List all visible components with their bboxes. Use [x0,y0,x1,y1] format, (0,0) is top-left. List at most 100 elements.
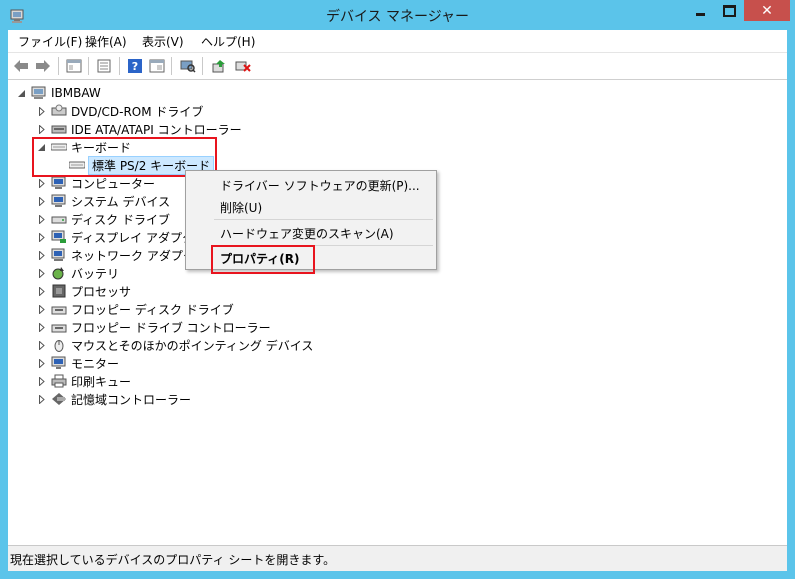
expand-icon[interactable] [37,394,46,404]
tree-category-label: DVD/CD-ROM ドライブ [71,104,204,119]
collapse-icon[interactable] [17,89,26,98]
close-button[interactable]: ✕ [744,0,790,21]
tree-category-label: マウスとそのほかのポインティング デバイス [71,338,314,353]
device-tree[interactable]: IBMBAW DVD/CD-ROM ドライブ IDE ATA/ATAPI コントロ… [8,80,787,544]
expand-icon[interactable] [37,106,46,116]
tree-category[interactable]: ディスク ドライブ [37,210,170,228]
tree-category[interactable]: プロセッサ [37,282,131,300]
tree-category-label: 印刷キュー [71,374,132,389]
tree-category-label: システム デバイス [71,194,171,209]
expand-icon[interactable] [37,304,46,314]
menu-view[interactable]: 表示(V) [140,33,186,50]
tree-category-label: バッテリ [71,266,120,281]
title-bar[interactable]: デバイス マネージャー ✕ [0,0,795,30]
tree-category[interactable]: 記憶域コントローラー [37,390,191,408]
toolbar-separator [58,57,59,75]
tree-root-label: IBMBAW [51,86,101,100]
tree-category[interactable]: 印刷キュー [37,372,131,390]
back-button[interactable] [11,56,31,76]
tree-category[interactable]: コンピューター [37,174,155,192]
floppy-controller-icon [51,320,67,334]
view-icon [149,59,165,73]
status-text: 現在選択しているデバイスのプロパティ シートを開きます。 [10,553,336,567]
scan-hardware-button[interactable] [178,56,198,76]
tree-category-label: 記憶域コントローラー [71,392,192,407]
menu-action[interactable]: 操作(A) [83,33,129,50]
tree-category[interactable]: DVD/CD-ROM ドライブ [37,102,203,120]
context-menu: ドライバー ソフトウェアの更新(P)... 削除(U) ハードウェア変更のスキャ… [185,170,437,270]
ctx-update-driver[interactable]: ドライバー ソフトウェアの更新(P)... [220,177,420,194]
ctx-scan-hardware[interactable]: ハードウェア変更のスキャン(A) [220,225,394,242]
display-adapter-icon [51,230,67,244]
computer-icon [31,86,47,100]
expand-icon[interactable] [37,196,46,206]
show-hide-tree-icon [66,59,82,73]
expand-icon[interactable] [37,124,46,134]
network-adapter-icon [51,248,67,262]
tree-category[interactable]: マウスとそのほかのポインティング デバイス [37,336,313,354]
printer-icon [51,374,67,388]
ide-controller-icon [51,122,67,136]
tree-category[interactable]: フロッピー ドライブ コントローラー [37,318,271,336]
device-manager-window: デバイス マネージャー ✕ ファイル(F) 操作(A) 表示(V) ヘルプ(H) [0,0,795,579]
properties-icon [97,59,111,73]
tree-category-label: ディスク ドライブ [71,212,170,227]
computer-icon [51,176,67,190]
expand-icon[interactable] [37,340,46,350]
help-button[interactable]: ? [125,56,145,76]
tree-category[interactable]: ディスプレイ アダプター [37,228,206,246]
expand-icon[interactable] [37,358,46,368]
expand-icon[interactable] [37,214,46,224]
expand-icon[interactable] [37,250,46,260]
update-driver-button[interactable] [209,56,229,76]
floppy-drive-icon [51,302,67,316]
storage-controller-icon [51,392,67,406]
show-hide-tree-button[interactable] [64,56,84,76]
forward-button[interactable] [33,56,53,76]
tree-category-label: フロッピー ドライブ コントローラー [71,320,271,335]
tree-category[interactable]: キーボード [37,138,131,156]
minimize-button[interactable] [686,0,715,21]
uninstall-button[interactable] [233,56,253,76]
mouse-icon [51,338,67,352]
tree-category[interactable]: ネットワーク アダプター [37,246,207,264]
system-device-icon [51,194,67,208]
expand-icon[interactable] [37,178,46,188]
tree-category[interactable]: バッテリ [37,264,119,282]
close-icon: ✕ [761,2,773,19]
monitor-icon [51,356,67,370]
ctx-properties[interactable]: プロパティ(R) [220,250,300,267]
tree-category[interactable]: システム デバイス [37,192,170,210]
tree-category-label: コンピューター [71,176,156,191]
expand-icon[interactable] [37,322,46,332]
client-area: ファイル(F) 操作(A) 表示(V) ヘルプ(H) ? IBMBAW DVD/… [8,30,787,571]
view-button[interactable] [147,56,167,76]
expand-icon[interactable] [37,268,46,278]
battery-icon [51,266,67,280]
menu-file[interactable]: ファイル(F) [16,33,84,50]
expand-icon[interactable] [37,376,46,386]
toolbar-separator [119,57,120,75]
window-title: デバイス マネージャー [325,9,470,25]
update-driver-icon [212,60,225,73]
tree-category-label: プロセッサ [71,284,132,299]
keyboard-icon [51,140,67,154]
tree-category[interactable]: IDE ATA/ATAPI コントローラー [37,120,242,138]
menu-help[interactable]: ヘルプ(H) [199,33,257,50]
maximize-button[interactable] [715,0,744,21]
expand-icon[interactable] [37,232,46,242]
collapse-icon[interactable] [37,143,46,152]
properties-button[interactable] [94,56,114,76]
toolbar-separator [88,57,89,75]
tree-root[interactable]: IBMBAW [17,84,101,102]
processor-icon [51,284,67,298]
minimize-icon [696,13,705,16]
tree-category-label: フロッピー ディスク ドライブ [71,302,234,317]
ctx-uninstall[interactable]: 削除(U) [220,199,262,216]
tree-category[interactable]: モニター [37,354,119,372]
tree-category[interactable]: フロッピー ディスク ドライブ [37,300,234,318]
uninstall-icon [235,61,251,72]
keyboard-icon [69,158,85,172]
context-menu-separator [214,219,433,220]
expand-icon[interactable] [37,286,46,296]
